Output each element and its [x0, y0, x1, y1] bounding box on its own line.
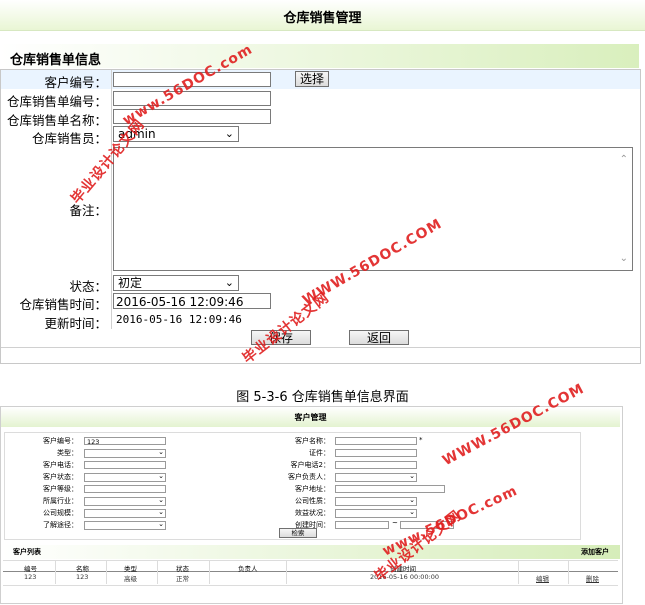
status-value: 初定	[118, 276, 143, 290]
date-range-separator: ~	[392, 519, 398, 527]
address-input[interactable]	[335, 485, 445, 493]
right-label-0: 客户名称：	[295, 437, 330, 445]
left-label-1: 类型：	[57, 449, 78, 457]
right-label-4: 客户地址：	[295, 485, 330, 493]
cell-status: 正常	[176, 575, 189, 583]
customer-no-search-input[interactable]: 123	[84, 437, 166, 446]
left-label-0: 客户编号：	[43, 437, 78, 445]
form-row-update-time: 更新时间： 2016-05-16 12:09:46	[1, 311, 640, 331]
col-divider	[568, 560, 569, 584]
delete-link[interactable]: 删除	[586, 573, 599, 583]
status-select[interactable]: 初定 ⌄	[113, 275, 239, 291]
id-card-input[interactable]	[335, 449, 417, 457]
scroll-down-icon[interactable]: ⌄	[620, 253, 628, 264]
customer-name-input[interactable]	[335, 437, 417, 445]
col-divider	[286, 560, 287, 584]
chevron-down-icon: ⌄	[158, 508, 164, 516]
chevron-down-icon: ⌄	[409, 496, 415, 504]
select-button[interactable]: 选择	[295, 71, 329, 87]
cell-type: 高级	[124, 575, 137, 583]
required-mark: *	[419, 436, 423, 444]
left-label-5: 所属行业：	[43, 497, 78, 505]
window-title-bar: 仓库销售管理	[0, 0, 645, 31]
sale-time-input[interactable]: 2016-05-16 12:09:46	[113, 293, 271, 309]
customer-list-header: 客户列表 添加客户	[1, 545, 620, 559]
left-label-7: 了解途径：	[43, 521, 78, 529]
industry-select[interactable]: ⌄	[84, 496, 166, 506]
update-time-value: 2016-05-16 12:09:46	[116, 313, 242, 326]
col-divider	[157, 560, 158, 584]
form-row-customer-no: 客户编号： 选择	[1, 70, 640, 90]
col-header-type: 类型	[124, 565, 137, 573]
left-label-3: 客户状态：	[43, 473, 78, 481]
type-select[interactable]: ⌄	[84, 448, 166, 458]
company-nature-select[interactable]: ⌄	[335, 496, 417, 506]
level-input[interactable]	[84, 485, 166, 493]
edit-link[interactable]: 编辑	[536, 573, 549, 583]
col-divider	[518, 560, 519, 584]
section-header: 仓库销售单信息	[0, 44, 639, 68]
customer-table	[3, 560, 618, 586]
col-header-no: 编号	[24, 565, 37, 573]
chevron-down-icon: ⌄	[224, 127, 234, 140]
right-label-5: 公司性质：	[295, 497, 330, 505]
chevron-down-icon: ⌄	[224, 276, 234, 289]
source-select[interactable]: ⌄	[84, 520, 166, 530]
col-divider	[106, 560, 107, 584]
created-from-input[interactable]	[335, 521, 389, 529]
company-size-select[interactable]: ⌄	[84, 508, 166, 518]
benefit-select[interactable]: ⌄	[335, 508, 417, 518]
form-row-order-no: 仓库销售单编号：	[1, 89, 640, 109]
form-row-order-name: 仓库销售单名称：	[1, 108, 640, 128]
remark-label: 备注：	[69, 203, 107, 218]
form-row-salesperson: 仓库销售员： admin ⌄	[1, 126, 640, 146]
owner-select[interactable]: ⌄	[335, 472, 417, 482]
status-search-select[interactable]: ⌄	[84, 472, 166, 482]
order-no-input[interactable]	[113, 91, 271, 106]
chevron-down-icon: ⌄	[158, 496, 164, 504]
cell-name: 123	[76, 573, 89, 581]
table-header-divider	[3, 571, 618, 572]
chevron-down-icon: ⌄	[158, 448, 164, 456]
col-header-owner: 负责人	[238, 565, 258, 573]
section-title: 仓库销售单信息	[10, 53, 102, 68]
window-title: 仓库销售管理	[283, 11, 362, 26]
chevron-down-icon: ⌄	[409, 472, 415, 480]
right-label-1: 证件：	[309, 449, 330, 457]
col-header-status: 状态	[176, 565, 189, 573]
left-label-6: 公司规模：	[43, 509, 78, 517]
cell-no: 123	[24, 573, 37, 581]
back-button[interactable]: 返回	[349, 330, 409, 345]
add-customer-link[interactable]: 添加客户	[581, 547, 609, 557]
col-divider	[55, 560, 56, 584]
left-label-2: 客户电话：	[43, 461, 78, 469]
col-header-name: 名称	[76, 565, 89, 573]
right-label-2: 客户电话2：	[290, 461, 330, 469]
left-label-4: 客户等级：	[43, 485, 78, 493]
phone-input[interactable]	[84, 461, 166, 469]
form-row-actions: 保存 返回	[1, 329, 640, 348]
chevron-down-icon: ⌄	[409, 508, 415, 516]
col-divider	[209, 560, 210, 584]
right-label-6: 效益状况：	[295, 509, 330, 517]
chevron-down-icon: ⌄	[158, 520, 164, 528]
scroll-up-icon[interactable]: ⌃	[620, 154, 628, 165]
phone2-input[interactable]	[335, 461, 417, 469]
customer-list-title: 客户列表	[13, 548, 41, 556]
search-button[interactable]: 检索	[279, 528, 317, 538]
right-label-3: 客户负责人：	[288, 473, 330, 481]
chevron-down-icon: ⌄	[158, 472, 164, 480]
